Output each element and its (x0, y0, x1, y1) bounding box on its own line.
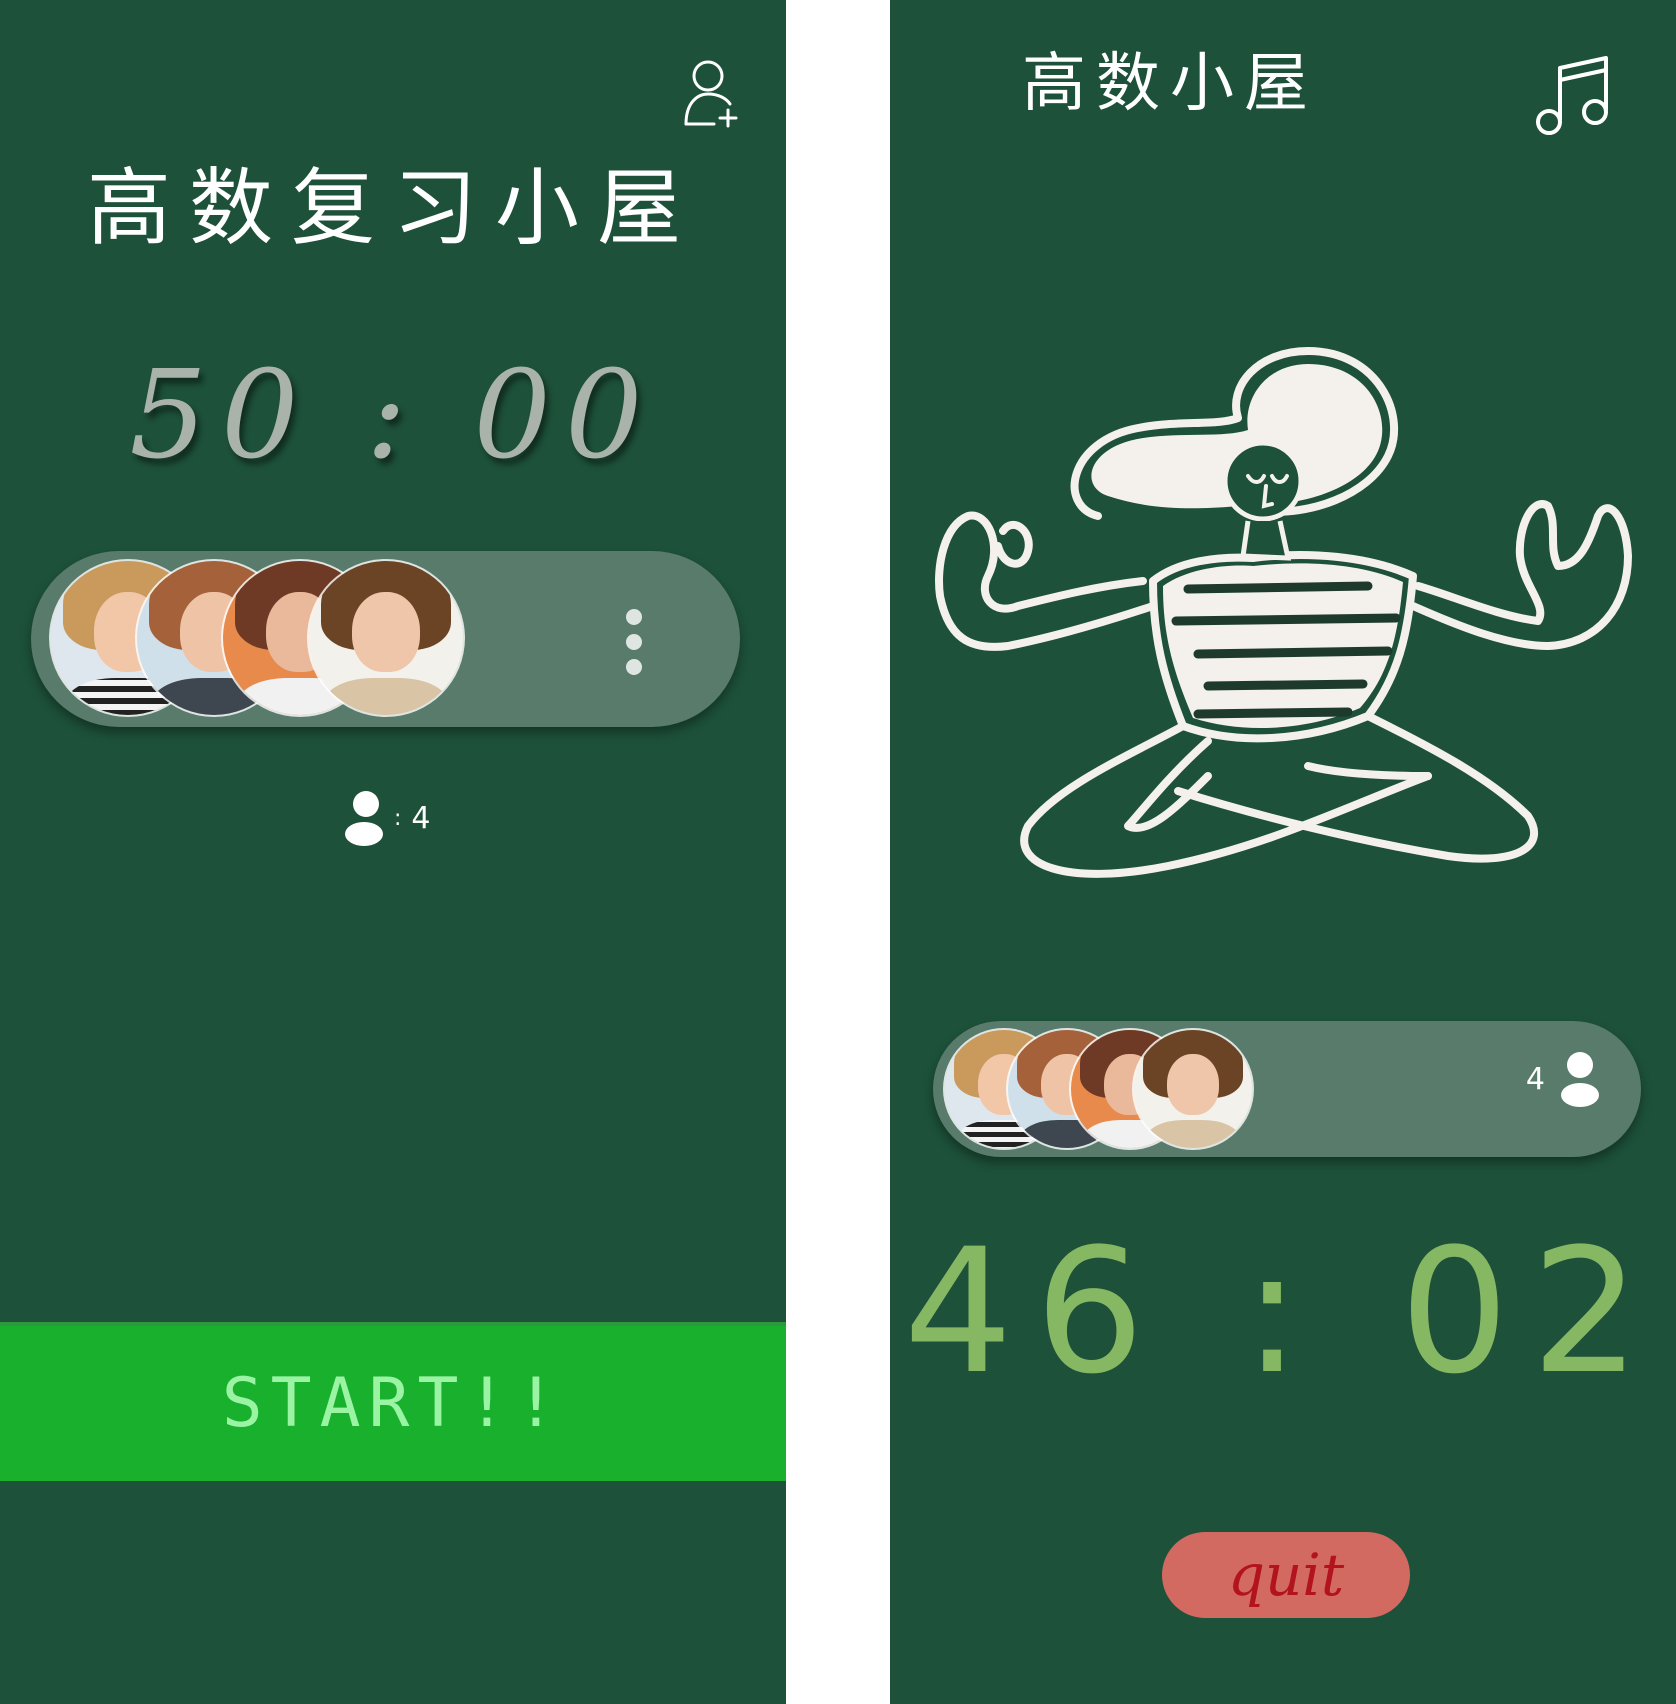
start-button[interactable]: START!! (0, 1322, 786, 1481)
more-vertical-icon[interactable] (624, 607, 644, 677)
member-count: : 4 (344, 790, 431, 846)
count-separator: : (394, 805, 402, 831)
room-title: 高数小屋 (1022, 47, 1318, 121)
member-count-value: 4 (411, 800, 431, 836)
room-title: 高数复习小屋 (86, 159, 699, 257)
members-panel[interactable]: 4 (933, 1021, 1641, 1157)
avatar-group (51, 561, 463, 715)
members-panel[interactable] (31, 551, 740, 727)
meditation-illustration (935, 347, 1632, 878)
quit-button[interactable]: quit (1162, 1532, 1410, 1618)
timer-display: 46 : 02 (903, 1211, 1663, 1412)
timer-display: 50 : 00 (129, 344, 657, 486)
person-icon (1561, 1052, 1599, 1107)
add-user-icon[interactable] (680, 58, 742, 130)
person-icon (345, 791, 383, 846)
music-note-icon[interactable] (1536, 54, 1614, 138)
member-count: 4 (1526, 1051, 1601, 1107)
member-count-value: 4 (1525, 1061, 1545, 1097)
room-setup-screen: 高数复习小屋 50 : 00: 4 START!! (0, 0, 786, 1704)
avatar (1134, 1030, 1252, 1148)
study-session-screen: 高数小屋 4 46: 02 quit (890, 0, 1676, 1704)
avatar-group (945, 1030, 1252, 1148)
avatar (309, 561, 463, 715)
